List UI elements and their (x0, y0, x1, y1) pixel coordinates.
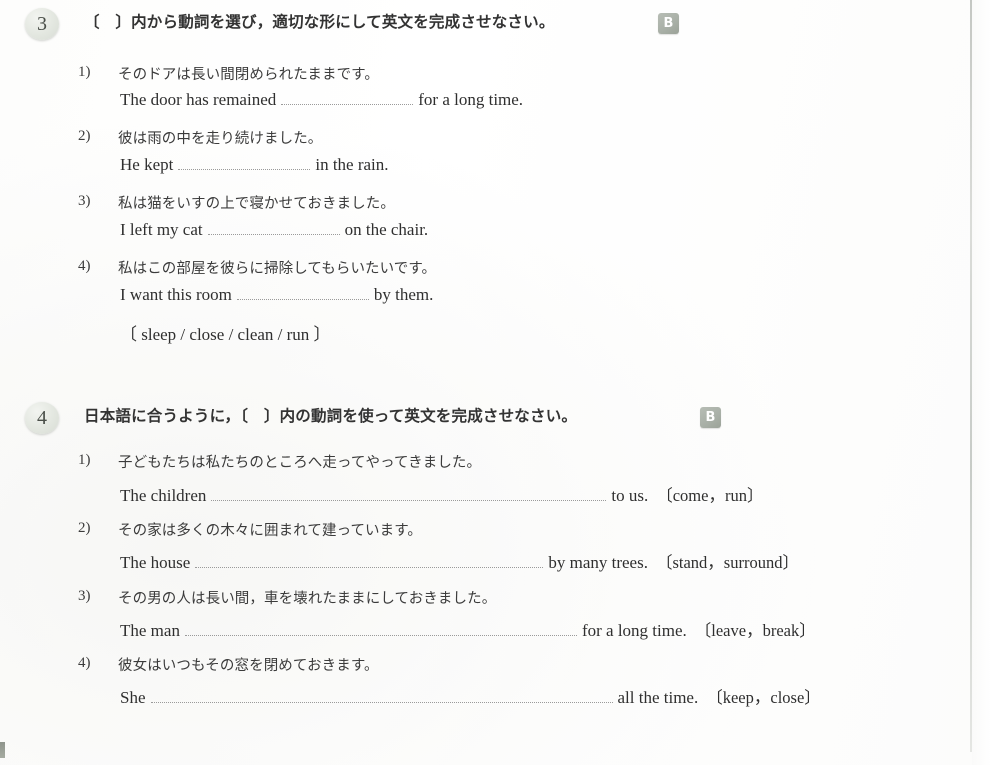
question-4-3-verb-hint: 〔leave，break〕 (694, 621, 816, 640)
question-4-4-english-after: all the time. (617, 688, 699, 707)
question-3-1-english: The door has remained for a long time. (120, 90, 523, 110)
question-4-2-answer-blank[interactable] (195, 554, 544, 568)
workbook-page: 3 〔 〕内から動詞を選び，適切な形にして英文を完成させなさい。 B 1) その… (0, 0, 999, 765)
question-3-3-english-after: on the chair. (344, 220, 429, 239)
question-3-2-answer-blank[interactable] (178, 156, 311, 170)
question-4-1-english-after: to us. (611, 486, 649, 505)
question-4-3-english-after: for a long time. (581, 621, 687, 640)
question-4-4-answer-blank[interactable] (150, 689, 613, 703)
question-3-3-english-before: I left my cat (120, 220, 203, 239)
question-3-4-english-after: by them. (373, 285, 434, 304)
question-4-1-english: The children to us. 〔come，run〕 (120, 482, 763, 506)
question-3-3-japanese: 私は猫をいすの上で寝かせておきました。 (118, 196, 395, 212)
page-margin-mark (0, 742, 5, 758)
question-3-3-english: I left my cat on the chair. (120, 220, 428, 240)
section-4-header: 4 日本語に合うように，〔 〕内の動詞を使って英文を完成させなさい。 B (0, 402, 960, 436)
question-3-1-answer-blank[interactable] (281, 91, 414, 105)
section-4-level-badge: B (700, 407, 721, 428)
question-3-4-english: I want this room by them. (120, 285, 433, 305)
question-4-2-japanese: その家は多くの木々に囲まれて建っています。 (118, 523, 422, 539)
question-4-3-number: 3) (78, 588, 91, 604)
question-4-1-english-before: The children (120, 486, 207, 505)
question-4-1-japanese: 子どもたちは私たちのところへ走ってやってきました。 (118, 455, 482, 471)
question-4-2-english-after: by many trees. (548, 553, 648, 572)
question-3-1-number: 1) (78, 64, 91, 80)
page-edge-shadow (972, 0, 999, 765)
question-3-2-english: He kept in the rain. (120, 155, 389, 175)
question-4-2-english: The house by many trees. 〔stand，surround… (120, 549, 799, 573)
question-3-4-english-before: I want this room (120, 285, 232, 304)
section-3-header: 3 〔 〕内から動詞を選び，適切な形にして英文を完成させなさい。 B (0, 8, 960, 42)
question-4-1-verb-hint: 〔come，run〕 (656, 486, 764, 505)
question-4-4-number: 4) (78, 655, 91, 671)
question-3-1-english-before: The door has remained (120, 90, 277, 109)
question-4-3-english: The man for a long time. 〔leave，break〕 (120, 617, 816, 641)
question-3-3-answer-blank[interactable] (207, 221, 340, 235)
question-4-1-number: 1) (78, 452, 91, 468)
question-4-3-answer-blank[interactable] (184, 622, 577, 636)
section-3: 3 〔 〕内から動詞を選び，適切な形にして英文を完成させなさい。 B (0, 8, 960, 42)
section-4-title: 日本語に合うように，〔 〕内の動詞を使って英文を完成させなさい。 (84, 407, 578, 425)
question-4-2-number: 2) (78, 520, 91, 536)
question-4-1-answer-blank[interactable] (211, 487, 607, 501)
section-4: 4 日本語に合うように，〔 〕内の動詞を使って英文を完成させなさい。 B (0, 402, 960, 436)
question-3-2-english-after: in the rain. (315, 155, 389, 174)
section-3-title: 〔 〕内から動詞を選び，適切な形にして英文を完成させなさい。 (84, 13, 555, 31)
question-3-2-number: 2) (78, 128, 91, 144)
question-4-3-japanese: その男の人は長い間，車を壊れたままにしておきました。 (118, 591, 497, 607)
question-4-4-japanese: 彼女はいつもその窓を閉めておきます。 (118, 658, 379, 674)
question-3-4-answer-blank[interactable] (236, 286, 369, 300)
question-3-2-japanese: 彼は雨の中を走り続けました。 (118, 131, 323, 147)
section-3-number: 3 (25, 8, 59, 40)
question-3-4-japanese: 私はこの部屋を彼らに掃除してもらいたいです。 (118, 261, 437, 277)
section-4-number: 4 (25, 402, 59, 434)
question-4-2-verb-hint: 〔stand，surround〕 (655, 553, 799, 572)
question-3-4-number: 4) (78, 258, 91, 274)
question-4-2-english-before: The house (120, 553, 191, 572)
section-3-level-badge: B (658, 13, 679, 34)
question-4-4-english: She all the time. 〔keep，close〕 (120, 684, 821, 708)
question-3-1-english-after: for a long time. (418, 90, 524, 109)
question-4-3-english-before: The man (120, 621, 180, 640)
question-4-4-verb-hint: 〔keep，close〕 (706, 688, 821, 707)
question-4-4-english-before: She (120, 688, 146, 707)
question-3-3-number: 3) (78, 193, 91, 209)
question-3-2-english-before: He kept (120, 155, 174, 174)
section-3-word-bank: 〔 sleep / close / clean / run 〕 (120, 325, 331, 344)
question-3-1-japanese: そのドアは長い間閉められたままです。 (118, 67, 379, 83)
